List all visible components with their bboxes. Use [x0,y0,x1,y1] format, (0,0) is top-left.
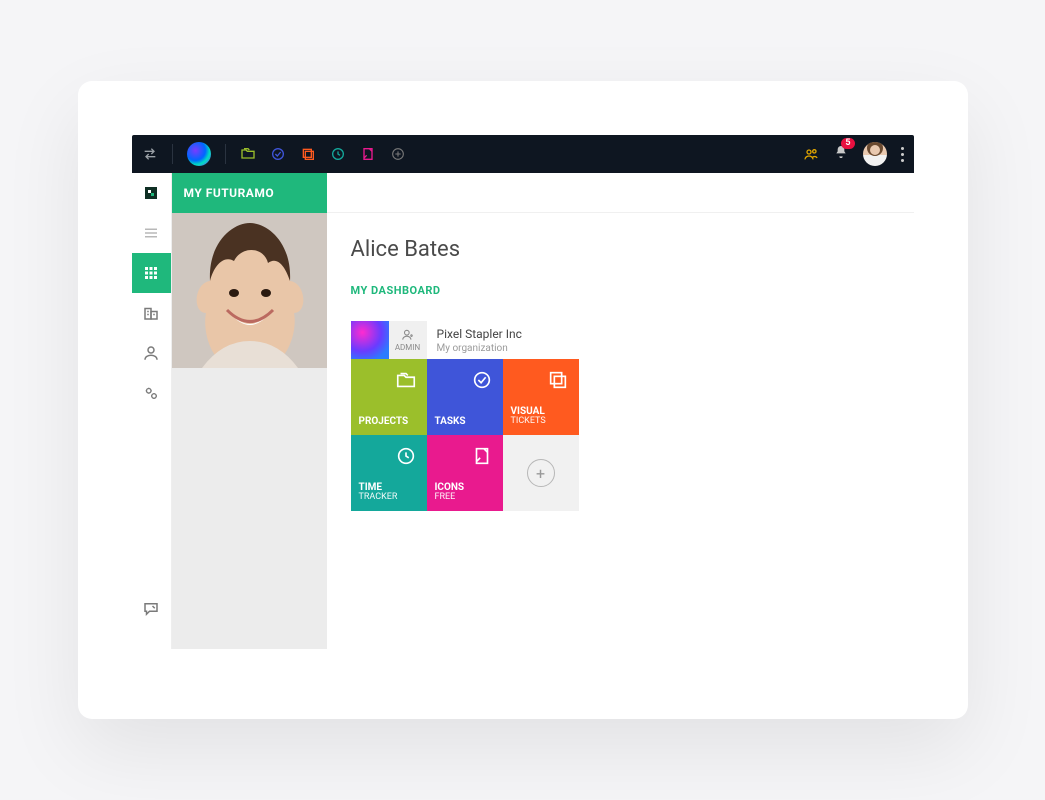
plus-icon: + [527,459,555,487]
rail-menu-icon[interactable] [132,213,172,253]
org-row[interactable]: ADMIN Pixel Stapler Inc My organization [351,321,890,359]
org-info: Pixel Stapler Inc My organization [437,327,522,354]
secondary-panel-title: MY FUTURAMO [172,173,327,213]
icons-app-icon[interactable] [360,146,376,162]
rail-feedback-icon[interactable] [132,589,172,629]
topbar-left [142,142,406,166]
org-admin-tile: ADMIN [389,321,427,359]
app-body: MY FUTURAMO [132,173,914,649]
swap-icon[interactable] [142,146,158,162]
app-window: 5 [132,135,914,649]
tile-icons-sub: FREE [435,493,495,503]
tile-tasks-label: TASKS [435,416,495,427]
secondary-panel: MY FUTURAMO [172,173,327,649]
user-avatar[interactable] [863,142,887,166]
tile-add[interactable]: + [503,435,579,511]
tile-visual-sub: TICKETS [511,417,571,427]
tile-visual-tickets[interactable]: VISUAL TICKETS [503,359,579,435]
org-admin-label: ADMIN [395,343,420,352]
topbar: 5 [132,135,914,173]
projects-icon[interactable] [240,146,256,162]
team-icon[interactable] [803,146,819,162]
tile-projects-label: PROJECTS [359,416,419,427]
org-logo-icon [351,321,389,359]
tasks-icon[interactable] [270,146,286,162]
rail-user-icon[interactable] [132,333,172,373]
rail-settings-icon[interactable] [132,373,172,413]
nav-rail [132,173,172,649]
tiles-grid: PROJECTS TASKS VISUAL TICKETS [351,359,579,511]
topbar-right: 5 [803,142,904,166]
add-icon[interactable] [390,146,406,162]
tile-time-sub: TRACKER [359,493,419,503]
notifications-badge: 5 [841,138,854,149]
org-name: Pixel Stapler Inc [437,327,522,341]
workspace-orb-icon[interactable] [187,142,211,166]
page-title: Alice Bates [351,237,890,262]
tile-projects[interactable]: PROJECTS [351,359,427,435]
profile-photo [172,213,327,368]
tile-time-tracker[interactable]: TIME TRACKER [351,435,427,511]
dashboard-section-label: MY DASHBOARD [351,284,890,297]
tile-tasks[interactable]: TASKS [427,359,503,435]
notifications-button[interactable]: 5 [833,144,849,164]
tile-icons[interactable]: ICONS FREE [427,435,503,511]
logo-icon[interactable] [132,173,172,213]
main-panel: Alice Bates MY DASHBOARD ADMIN [327,173,914,649]
rail-organization-icon[interactable] [132,293,172,333]
app-card: 5 [78,81,968,719]
visual-tickets-icon[interactable] [300,146,316,162]
divider [172,144,173,164]
more-menu-icon[interactable] [901,147,904,162]
rail-dashboard-icon[interactable] [132,253,172,293]
dashboard-tiles: ADMIN Pixel Stapler Inc My organization … [327,297,914,535]
divider [225,144,226,164]
time-tracker-icon[interactable] [330,146,346,162]
org-subtitle: My organization [437,343,522,354]
